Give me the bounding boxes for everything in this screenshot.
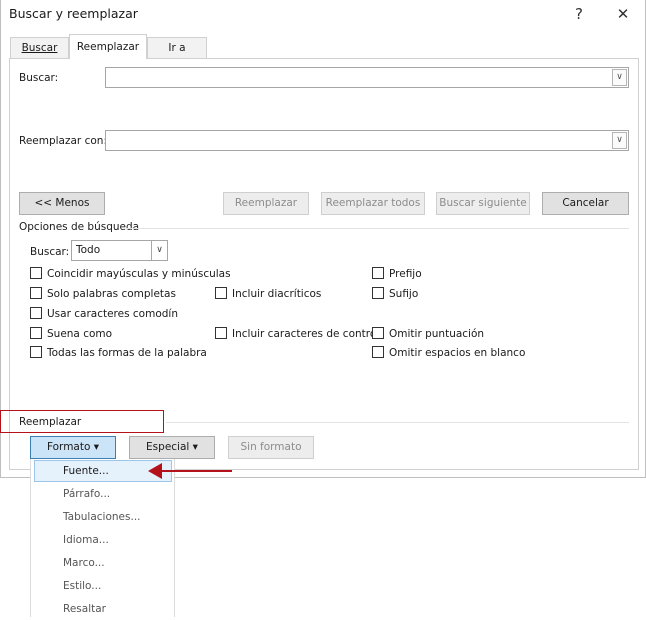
checkbox-box[interactable] [215,327,227,339]
tab-reemplazar[interactable]: Reemplazar [69,34,147,59]
tab-buscar[interactable]: Buscar [10,37,69,58]
section-divider [166,422,629,423]
checkbox-label: Omitir puntuación [389,328,485,340]
checkbox-box[interactable] [30,267,42,279]
checkbox-label: Incluir caracteres de control [232,328,380,340]
replace-button[interactable]: Reemplazar [223,192,309,215]
annotation-highlight-box [0,410,164,433]
tab-reemplazar-label: Reemplazar [76,41,140,53]
checkbox-box[interactable] [30,287,42,299]
checkbox-box[interactable] [30,346,42,358]
checkbox-suffix[interactable]: Sufijo [372,287,418,301]
format-button[interactable]: Formato ▾ [30,436,116,459]
checkbox-label: Suena como [47,328,113,340]
tab-ir-a[interactable]: Ir a [147,37,207,58]
checkbox-match-case[interactable]: Coincidir mayúsculas y minúsculas [30,267,231,281]
checkbox-diacritics[interactable]: Incluir diacríticos [215,287,321,301]
section-divider [126,228,629,229]
checkbox-box[interactable] [372,267,384,279]
checkbox-box[interactable] [372,346,384,358]
dialog-title: Buscar y reemplazar [9,6,138,21]
tab-panel [9,58,639,470]
menu-item-label: Resaltar [63,603,106,615]
checkbox-whole-words[interactable]: Solo palabras completas [30,287,176,301]
checkbox-wildcards[interactable]: Usar caracteres comodín [30,307,178,321]
checkbox-label: Usar caracteres comodín [47,308,178,320]
find-next-button[interactable]: Buscar siguiente [436,192,530,215]
no-format-button[interactable]: Sin formato [228,436,314,459]
checkbox-sounds-like[interactable]: Suena como [30,327,112,341]
search-direction-select[interactable]: Todo ∨ [71,240,168,261]
checkbox-label: Coincidir mayúsculas y minúsculas [47,268,231,280]
checkbox-box[interactable] [372,287,384,299]
less-button[interactable]: << Menos [19,192,105,215]
menu-item-style[interactable]: Estilo... [34,575,172,597]
replace-input[interactable]: ∨ [105,130,629,151]
chevron-down-icon: ∨ [151,241,167,260]
cancel-button[interactable]: Cancelar [542,192,629,215]
search-direction-value: Todo [76,244,101,256]
checkbox-prefix[interactable]: Prefijo [372,267,422,281]
checkbox-label: Todas las formas de la palabra [47,347,207,359]
help-button[interactable]: ? [569,4,589,24]
checkbox-box[interactable] [30,307,42,319]
checkbox-label: Solo palabras completas [47,288,176,300]
menu-item-label: Estilo... [63,580,102,592]
find-input[interactable]: ∨ [105,67,629,88]
special-button[interactable]: Especial ▾ [129,436,215,459]
search-options-title: Opciones de búsqueda [19,221,140,233]
checkbox-box[interactable] [30,327,42,339]
tab-buscar-label: Buscar [21,42,58,54]
tab-ir-a-label: Ir a [168,42,186,54]
chevron-down-icon[interactable]: ∨ [612,69,627,86]
chevron-down-icon[interactable]: ∨ [612,132,627,149]
menu-item-label: Tabulaciones... [63,511,141,523]
search-direction-label: Buscar: [30,246,70,258]
menu-item-label: Idioma... [63,534,109,546]
menu-item-frame[interactable]: Marco... [34,552,172,574]
menu-item-label: Fuente... [63,465,109,477]
checkbox-label: Prefijo [389,268,422,280]
checkbox-label: Sufijo [389,288,419,300]
menu-item-label: Párrafo... [63,488,111,500]
find-label: Buscar: [19,72,59,84]
checkbox-all-forms[interactable]: Todas las formas de la palabra [30,346,207,360]
checkbox-ignore-punctuation[interactable]: Omitir puntuación [372,327,484,341]
checkbox-control-chars[interactable]: Incluir caracteres de control [215,327,379,341]
close-button[interactable]: ✕ [613,4,633,24]
menu-item-label: Marco... [63,557,105,569]
menu-item-language[interactable]: Idioma... [34,529,172,551]
replace-all-button[interactable]: Reemplazar todos [321,192,425,215]
checkbox-ignore-whitespace[interactable]: Omitir espacios en blanco [372,346,525,360]
menu-item-tabs[interactable]: Tabulaciones... [34,506,172,528]
checkbox-box[interactable] [215,287,227,299]
replace-label: Reemplazar con: [19,135,107,147]
checkbox-label: Incluir diacríticos [232,288,322,300]
menu-item-paragraph[interactable]: Párrafo... [34,483,172,505]
annotation-arrow-icon [148,463,232,479]
checkbox-box[interactable] [372,327,384,339]
checkbox-label: Omitir espacios en blanco [389,347,526,359]
